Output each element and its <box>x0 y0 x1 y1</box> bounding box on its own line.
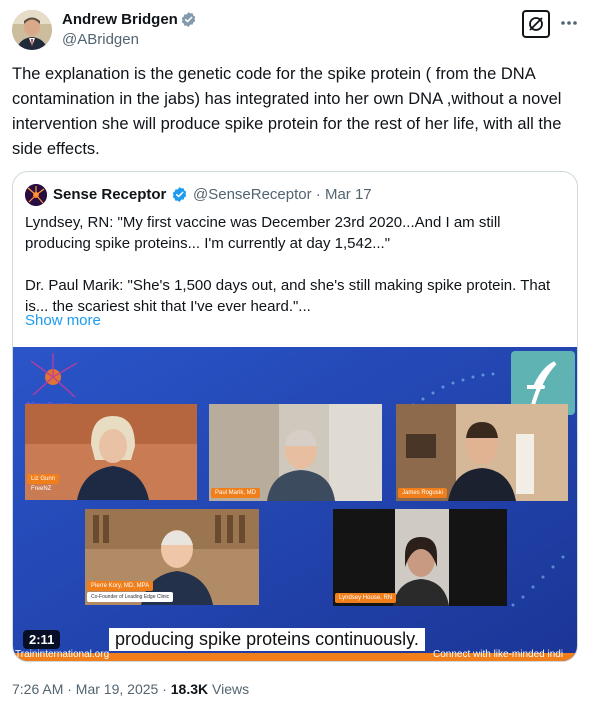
participant-tile: Liz Gunn FreeNZ <box>25 404 197 500</box>
meta-separator: · <box>315 186 321 203</box>
quoted-text: Lyndsey, RN: "My first vaccine was Decem… <box>25 212 567 338</box>
participant-nametag: Liz Gunn <box>27 474 60 484</box>
video-strip-right-text: Connect with like-minded indi <box>433 649 564 660</box>
author-name[interactable]: Andrew Bridgen <box>62 11 178 28</box>
participant-nametag: James Roguski <box>398 488 448 498</box>
participant-nametag: Paul Marik, MD <box>211 488 261 498</box>
participant-nametag: Pierre Kory, MD, MPA <box>87 581 154 591</box>
quoted-paragraph-1: Lyndsey, RN: "My first vaccine was Decem… <box>25 214 501 252</box>
participant-tile: James Roguski <box>396 404 568 501</box>
tweet-footer: 7:26 AM · Mar 19, 2025 · 18.3K Views <box>12 681 249 697</box>
tweet-header: Andrew Bridgen @ABridgen <box>12 8 580 52</box>
participant-name: Liz Gunn <box>31 476 56 482</box>
participant-nametag: Lyndsey House, RN <box>335 593 397 603</box>
quoted-avatar[interactable] <box>25 184 47 206</box>
author-avatar[interactable] <box>12 10 52 50</box>
quoted-meta: @SenseReceptor · Mar 17 <box>193 186 372 203</box>
participant-tile: Pierre Kory, MD, MPA Co-Founder of Leadi… <box>85 509 259 605</box>
tweet-timestamp[interactable]: 7:26 AM · Mar 19, 2025 · <box>12 681 171 697</box>
quoted-paragraph-2: Dr. Paul Marik: "She's 1,500 days out, a… <box>25 277 551 315</box>
verified-badge-icon <box>171 186 188 203</box>
tweet-text: The explanation is the genetic code for … <box>12 65 562 158</box>
grok-icon[interactable] <box>522 10 550 38</box>
participant-name: Lyndsey House, RN <box>339 595 393 601</box>
more-icon[interactable] <box>558 12 580 34</box>
participant-org: Co-Founder of Leading Edge Clinic <box>91 594 170 600</box>
quoted-date[interactable]: Mar 17 <box>325 186 372 203</box>
quoted-author-handle[interactable]: @SenseReceptor <box>193 186 312 203</box>
views-label: Views <box>208 681 250 697</box>
quoted-author-name[interactable]: Sense Receptor <box>53 186 166 203</box>
video-background <box>13 347 577 661</box>
participant-tile: Paul Marik, MD <box>209 404 382 501</box>
participant-tile: Lyndsey House, RN <box>333 509 507 606</box>
video-caption: producing spike proteins continuously. <box>109 628 425 651</box>
participant-name: Pierre Kory, MD, MPA <box>91 583 150 589</box>
quoted-tweet-card[interactable]: Sense Receptor @SenseReceptor · Mar 17 L… <box>12 171 578 662</box>
participant-subtitle: FreeNZ <box>27 484 55 494</box>
participant-subtitle: Co-Founder of Leading Edge Clinic <box>87 592 174 602</box>
video-strip-left-text: Traininternational.org <box>15 649 110 660</box>
participant-name: James Roguski <box>402 490 444 496</box>
video-duration: 2:11 <box>23 630 61 649</box>
views-count: 18.3K <box>170 681 209 697</box>
verified-badge-icon <box>180 11 197 28</box>
author-handle[interactable]: @ABridgen <box>62 31 139 48</box>
participant-org: FreeNZ <box>31 486 52 492</box>
video-player[interactable]: @SenseReceptor Liz Gunn FreeNZ <box>13 347 577 661</box>
show-more-link[interactable]: Show more <box>25 312 101 329</box>
participant-name: Paul Marik, MD <box>215 490 257 496</box>
